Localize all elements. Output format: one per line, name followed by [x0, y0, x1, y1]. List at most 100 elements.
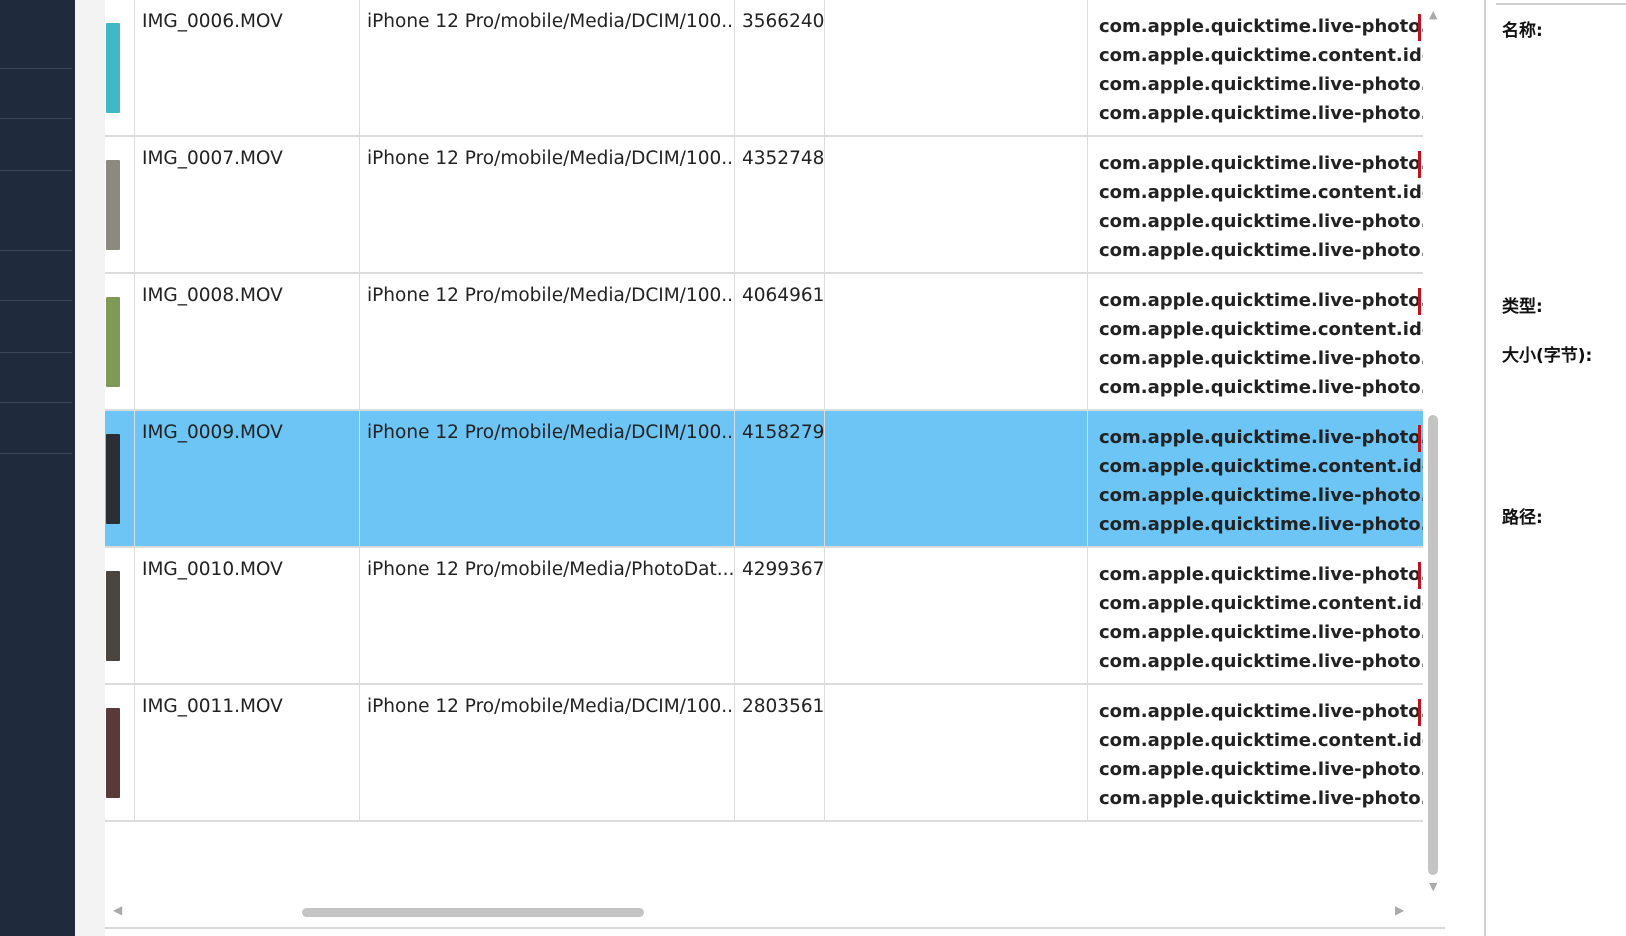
sidebar-divider — [0, 453, 72, 454]
thumbnail-cell[interactable] — [105, 548, 135, 685]
sidebar-divider — [0, 300, 72, 301]
overflow-marker — [1418, 288, 1421, 315]
size-cell[interactable]: 4352748 — [735, 137, 825, 274]
detail-path-label: 路径: — [1502, 508, 1543, 528]
table-row[interactable]: IMG_0008.MOV iPhone 12 Pro/mobile/Media/… — [105, 274, 1423, 411]
metadata-line: com.apple.quicktime.live-photo.aut — [1099, 564, 1423, 585]
empty-cell[interactable] — [825, 411, 1088, 548]
scroll-right-icon[interactable]: ▶ — [1395, 903, 1404, 917]
metadata-line: com.apple.quicktime.content.identi — [1099, 593, 1423, 614]
metadata-cell[interactable]: com.apple.quicktime.live-photo.aut com.a… — [1088, 548, 1423, 685]
horizontal-scroll-thumb[interactable] — [302, 908, 644, 917]
scroll-up-icon[interactable]: ▲ — [1429, 8, 1437, 21]
sidebar-divider — [0, 170, 72, 171]
metadata-line: com.apple.quicktime.live-photo.vita — [1099, 651, 1423, 672]
path-cell[interactable]: iPhone 12 Pro/mobile/Media/DCIM/100... — [360, 274, 735, 411]
overflow-marker — [1418, 699, 1421, 726]
metadata-line: com.apple.quicktime.live-photo.aut — [1099, 153, 1423, 174]
empty-cell[interactable] — [825, 0, 1088, 137]
video-thumbnail — [106, 160, 120, 250]
table-row[interactable]: IMG_0006.MOV iPhone 12 Pro/mobile/Media/… — [105, 0, 1423, 137]
metadata-line: com.apple.quicktime.live-photo.vita — [1099, 74, 1423, 95]
scroll-left-icon[interactable]: ◀ — [113, 903, 122, 917]
metadata-cell[interactable]: com.apple.quicktime.live-photo.aut com.a… — [1088, 137, 1423, 274]
metadata-line: com.apple.quicktime.live-photo.aut — [1099, 16, 1423, 37]
thumbnail-cell[interactable] — [105, 274, 135, 411]
details-top-border — [1496, 3, 1626, 5]
metadata-cell[interactable]: com.apple.quicktime.live-photo.aut com.a… — [1088, 0, 1423, 137]
thumbnail-cell[interactable] — [105, 0, 135, 137]
overflow-marker — [1418, 562, 1421, 589]
metadata-cell[interactable]: com.apple.quicktime.live-photo.aut com.a… — [1088, 274, 1423, 411]
metadata-line: com.apple.quicktime.live-photo.aut — [1099, 701, 1423, 722]
table-row[interactable]: IMG_0011.MOV iPhone 12 Pro/mobile/Media/… — [105, 685, 1423, 822]
overflow-marker — [1418, 151, 1421, 178]
metadata-line: com.apple.quicktime.live-photo.vita — [1099, 240, 1423, 261]
empty-cell[interactable] — [825, 548, 1088, 685]
metadata-line: com.apple.quicktime.content.identi — [1099, 456, 1423, 477]
metadata-line: com.apple.quicktime.live-photo.aut — [1099, 427, 1423, 448]
size-cell[interactable]: 3566240 — [735, 0, 825, 137]
name-cell[interactable]: IMG_0011.MOV — [135, 685, 360, 822]
sidebar-divider — [0, 118, 72, 119]
path-cell[interactable]: iPhone 12 Pro/mobile/Media/DCIM/100... — [360, 0, 735, 137]
grid-bottom-border — [105, 927, 1445, 929]
thumbnail-cell[interactable] — [105, 137, 135, 274]
size-cell[interactable]: 2803561 — [735, 685, 825, 822]
video-thumbnail — [106, 571, 120, 661]
name-cell[interactable]: IMG_0009.MOV — [135, 411, 360, 548]
empty-cell[interactable] — [825, 274, 1088, 411]
size-cell[interactable]: 4064961 — [735, 274, 825, 411]
video-thumbnail — [106, 434, 120, 524]
metadata-line: com.apple.quicktime.content.identi — [1099, 730, 1423, 751]
size-cell[interactable]: 4158279 — [735, 411, 825, 548]
path-cell[interactable]: iPhone 12 Pro/mobile/Media/DCIM/100... — [360, 137, 735, 274]
table-row[interactable]: IMG_0009.MOV iPhone 12 Pro/mobile/Media/… — [105, 411, 1423, 548]
path-cell[interactable]: iPhone 12 Pro/mobile/Media/DCIM/100... — [360, 685, 735, 822]
name-cell[interactable]: IMG_0008.MOV — [135, 274, 360, 411]
sidebar-divider — [0, 250, 72, 251]
table-row[interactable]: IMG_0010.MOV iPhone 12 Pro/mobile/Media/… — [105, 548, 1423, 685]
metadata-line: com.apple.quicktime.content.identi — [1099, 319, 1423, 340]
metadata-line: com.apple.quicktime.live-photo.vita — [1099, 377, 1423, 398]
path-cell[interactable]: iPhone 12 Pro/mobile/Media/DCIM/100... — [360, 411, 735, 548]
metadata-line: com.apple.quicktime.live-photo.vita — [1099, 514, 1423, 535]
metadata-line: com.apple.quicktime.live-photo.vita — [1099, 103, 1423, 124]
metadata-line: com.apple.quicktime.live-photo.vita — [1099, 759, 1423, 780]
detail-type-label: 类型: — [1502, 297, 1543, 317]
metadata-line: com.apple.quicktime.live-photo.aut — [1099, 290, 1423, 311]
metadata-line: com.apple.quicktime.live-photo.vita — [1099, 788, 1423, 809]
metadata-line: com.apple.quicktime.live-photo.vita — [1099, 348, 1423, 369]
metadata-cell[interactable]: com.apple.quicktime.live-photo.aut com.a… — [1088, 685, 1423, 822]
overflow-marker — [1418, 425, 1421, 452]
sidebar-divider — [0, 352, 72, 353]
sidebar-divider — [0, 68, 72, 69]
name-cell[interactable]: IMG_0006.MOV — [135, 0, 360, 137]
detail-size-label: 大小(字节): — [1502, 346, 1593, 366]
metadata-cell[interactable]: com.apple.quicktime.live-photo.aut com.a… — [1088, 411, 1423, 548]
vertical-scroll-thumb[interactable] — [1428, 415, 1438, 875]
horizontal-scrollbar[interactable]: ◀ ▶ — [105, 900, 1425, 925]
video-thumbnail — [106, 23, 120, 113]
overflow-marker — [1418, 14, 1421, 41]
empty-cell[interactable] — [825, 137, 1088, 274]
name-cell[interactable]: IMG_0010.MOV — [135, 548, 360, 685]
metadata-line: com.apple.quicktime.live-photo.vita — [1099, 485, 1423, 506]
sidebar-divider — [0, 402, 72, 403]
vertical-scrollbar[interactable]: ▲ ▼ — [1425, 0, 1443, 900]
metadata-line: com.apple.quicktime.content.identi — [1099, 182, 1423, 203]
name-cell[interactable]: IMG_0007.MOV — [135, 137, 360, 274]
scroll-down-icon[interactable]: ▼ — [1429, 880, 1437, 893]
metadata-line: com.apple.quicktime.live-photo.vita — [1099, 211, 1423, 232]
path-cell[interactable]: iPhone 12 Pro/mobile/Media/PhotoDat... — [360, 548, 735, 685]
table-row[interactable]: IMG_0007.MOV iPhone 12 Pro/mobile/Media/… — [105, 137, 1423, 274]
size-cell[interactable]: 4299367 — [735, 548, 825, 685]
metadata-line: com.apple.quicktime.content.identi — [1099, 45, 1423, 66]
thumbnail-cell[interactable] — [105, 685, 135, 822]
empty-cell[interactable] — [825, 685, 1088, 822]
metadata-line: com.apple.quicktime.live-photo.vita — [1099, 622, 1423, 643]
detail-name-label: 名称: — [1502, 21, 1543, 41]
thumbnail-cell[interactable] — [105, 411, 135, 548]
video-thumbnail — [106, 297, 120, 387]
video-thumbnail — [106, 708, 120, 798]
